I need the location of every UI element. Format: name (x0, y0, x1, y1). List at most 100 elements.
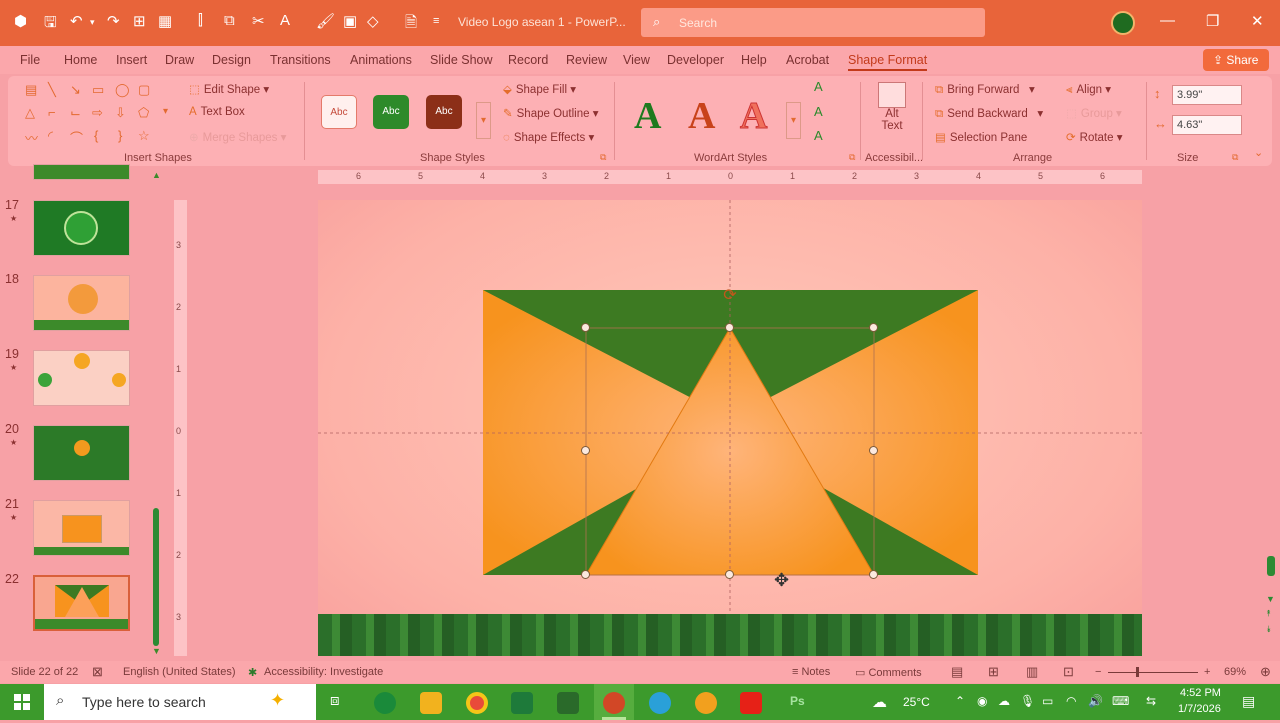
rounded-rectangle-shape-icon[interactable]: ▢ (138, 82, 150, 98)
wifi-icon[interactable]: ◠ (1066, 694, 1076, 708)
slide-show-icon[interactable]: ⊡ (1063, 664, 1074, 680)
wordart-more-icon[interactable]: ▾ (786, 102, 802, 139)
tab-acrobat[interactable]: Acrobat (786, 53, 829, 67)
envelope-graphic[interactable]: ⟳ (318, 200, 1142, 656)
excel-icon[interactable] (511, 692, 533, 714)
table-icon[interactable]: ▦ (158, 12, 172, 30)
tab-design[interactable]: Design (212, 53, 251, 67)
slide-sorter-icon[interactable]: ⊞ (988, 664, 999, 680)
format-painter-icon[interactable]: 🖌 (316, 12, 335, 30)
battery-icon[interactable]: ▭ (1042, 694, 1053, 708)
slide-canvas[interactable]: ⟳ ✥ (318, 200, 1142, 656)
scroll-up-icon[interactable]: ▲ (152, 170, 161, 180)
resize-handle[interactable] (581, 570, 590, 579)
right-arrow-shape-icon[interactable]: ⇨ (92, 105, 103, 121)
language-indicator[interactable]: English (United States) (123, 666, 236, 678)
alt-text-button[interactable]: Alt Text (874, 82, 910, 132)
shape-fill-button[interactable]: ⬙ Shape Fill ▾ (503, 82, 576, 96)
merge-shapes-button[interactable]: ⊕ Merge Shapes ▾ (189, 130, 286, 144)
customize-toolbar-icon[interactable]: ≡ (433, 15, 439, 27)
weather-cloud-icon[interactable]: ☁ (872, 693, 887, 711)
shape-style-3[interactable]: Abc (426, 95, 462, 129)
tab-shape-format[interactable]: Shape Format (848, 53, 928, 71)
curve-shape-icon[interactable]: ⌒ (70, 128, 83, 147)
slide-thumbnail-22[interactable] (33, 575, 130, 631)
align-button[interactable]: ⫷ Align ▾ (1066, 82, 1111, 97)
wordart-style-3[interactable]: A (739, 94, 767, 138)
spell-check-icon[interactable]: ⊠ (92, 664, 103, 680)
oval-shape-icon[interactable]: ◯ (115, 82, 130, 98)
word-icon[interactable] (557, 692, 579, 714)
close-button[interactable]: ✕ (1251, 12, 1264, 30)
slide-scrollbar[interactable] (1267, 556, 1275, 576)
text-outline-icon[interactable]: A (814, 104, 823, 119)
tab-review[interactable]: Review (566, 53, 607, 67)
shape-styles-launcher-icon[interactable]: ⧉ (600, 152, 606, 163)
shape-style-1[interactable]: Abc (321, 95, 357, 129)
arc-shape-icon[interactable]: ◜ (48, 128, 53, 144)
resize-handle[interactable] (869, 570, 878, 579)
wordart-style-1[interactable]: A (634, 94, 661, 138)
scroll-down-icon[interactable]: ▼ (152, 646, 161, 656)
text-box-button[interactable]: A Text Box (189, 106, 245, 118)
collapse-ribbon-icon[interactable]: ⌄ (1254, 146, 1263, 159)
shape-width-field[interactable]: 4.63" (1172, 115, 1242, 135)
camera-icon[interactable]: ◉ (977, 694, 987, 708)
search-box[interactable]: ⌕ Search (641, 8, 985, 37)
shapes-icon[interactable]: ◇ (367, 12, 379, 30)
shapes-more-icon[interactable]: ▾ (163, 106, 168, 117)
tab-home[interactable]: Home (64, 53, 97, 67)
share-button[interactable]: ⇪ Share (1203, 49, 1269, 71)
avatar[interactable] (1111, 11, 1135, 35)
pentagon-shape-icon[interactable]: ⬠ (138, 105, 149, 121)
duplicate-icon[interactable]: ⧉ (224, 12, 235, 29)
wordart-style-2[interactable]: A (688, 94, 715, 138)
align-icon[interactable]: ⫿ (198, 12, 203, 29)
group-button[interactable]: ⬚ Group ▾ (1066, 106, 1122, 120)
redo-icon[interactable]: ↷ (107, 12, 120, 30)
resize-handle[interactable] (725, 323, 734, 332)
start-button[interactable] (0, 684, 44, 720)
arrow-line-shape-icon[interactable]: ↘ (70, 82, 81, 98)
tab-transitions[interactable]: Transitions (270, 53, 331, 67)
rotate-button[interactable]: ⟳ Rotate ▾ (1066, 130, 1123, 144)
wood-floor-image[interactable] (318, 614, 1142, 656)
picture-icon[interactable]: ▣ (343, 12, 357, 30)
restore-button[interactable]: ❐ (1206, 12, 1219, 30)
photoshop-icon[interactable]: Ps (790, 694, 805, 708)
tab-draw[interactable]: Draw (165, 53, 194, 67)
minimize-button[interactable]: — (1160, 12, 1175, 29)
undo-icon[interactable]: ↶ (70, 12, 83, 30)
clock-time[interactable]: 4:52 PM (1180, 687, 1221, 699)
selection-pane-button[interactable]: ▤ Selection Pane (935, 130, 1027, 144)
resize-handle[interactable] (869, 446, 878, 455)
notes-button[interactable]: ≡ Notes (792, 666, 830, 678)
tab-help[interactable]: Help (741, 53, 767, 67)
tab-record[interactable]: Record (508, 53, 548, 67)
microphone-icon[interactable]: 🎙 (1020, 694, 1035, 708)
tab-insert[interactable]: Insert (116, 53, 147, 67)
zoom-slider[interactable] (1108, 672, 1198, 673)
tab-developer[interactable]: Developer (667, 53, 724, 67)
slide-thumbnail-17[interactable] (33, 200, 130, 256)
text-box-shape-icon[interactable]: ▤ (25, 82, 37, 98)
star-shape-icon[interactable]: ☆ (138, 128, 150, 144)
document-icon[interactable]: 🗎 (405, 12, 417, 37)
notifications-icon[interactable]: ▤ (1242, 693, 1255, 710)
comments-button[interactable]: ▭ Comments (855, 666, 922, 679)
left-brace-shape-icon[interactable]: { (94, 128, 98, 143)
zoom-level[interactable]: 69% (1224, 666, 1246, 678)
text-fill-icon[interactable]: A (814, 79, 823, 94)
triangle-shape-icon[interactable]: △ (25, 105, 35, 121)
tab-file[interactable]: File (20, 53, 40, 67)
telegram-icon[interactable] (649, 692, 671, 714)
edge-icon[interactable] (374, 692, 396, 714)
slide-thumbnail-20[interactable] (33, 425, 130, 481)
rotate-handle-icon[interactable]: ⟳ (723, 285, 737, 304)
send-backward-button[interactable]: ⧉ Send Backward ▾ (935, 106, 1043, 121)
start-from-beginning-icon[interactable]: ⊞ (133, 12, 146, 30)
zoom-in-icon[interactable]: + (1204, 666, 1210, 678)
line-shape-icon[interactable]: ╲ (48, 82, 56, 98)
chrome-icon[interactable] (466, 692, 488, 714)
bring-forward-button[interactable]: ⧉ Bring Forward ▾ (935, 82, 1035, 97)
